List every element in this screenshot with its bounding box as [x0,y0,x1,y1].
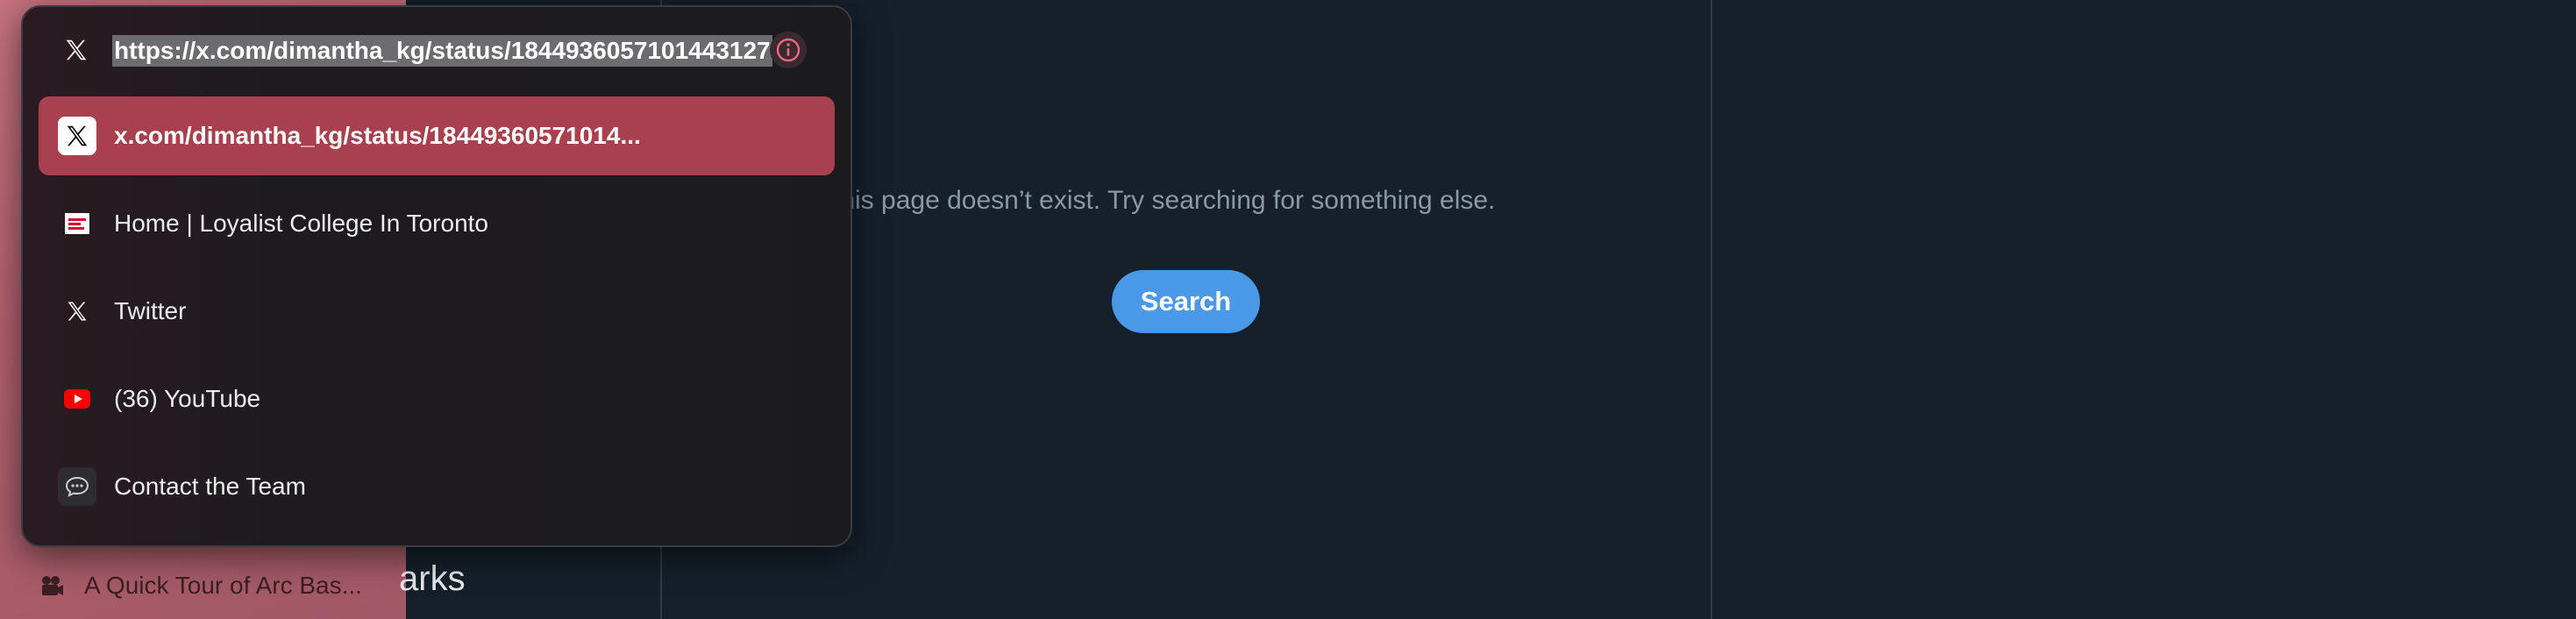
chat-bubble-icon [58,467,96,506]
suggestion-item[interactable]: x.com/dimantha_kg/status/18449360571014.… [39,96,835,175]
screen: A Quick Tour of Arc Bas... arks m...this… [0,0,2576,619]
command-bar-popup: https://x.com/dimantha_kg/status/1844936… [21,5,852,547]
x-logo-icon [58,117,96,155]
x-logo-icon [61,35,91,65]
suggestion-label: Home | Loyalist College In Toronto [114,210,488,237]
suggestion-item[interactable]: (36) YouTube [39,359,835,438]
suggestion-label: (36) YouTube [114,385,261,412]
column-divider [1711,0,1712,619]
suggestion-label: x.com/dimantha_kg/status/18449360571014.… [114,122,641,149]
film-camera-icon [39,573,65,599]
search-button[interactable]: Search [1112,270,1260,333]
sidebar-tab-label: A Quick Tour of Arc Bas... [84,572,362,599]
suggestion-list: x.com/dimantha_kg/status/18449360571014.… [39,96,835,535]
bookmarks-nav-label[interactable]: arks [399,559,466,599]
suggestion-label: Contact the Team [114,473,306,500]
url-input[interactable]: https://x.com/dimantha_kg/status/1844936… [112,35,772,67]
info-icon[interactable] [770,32,807,68]
loyalist-favicon-icon [58,204,96,243]
page-not-found-message: m...this page doesn’t exist. Try searchi… [789,186,1496,215]
youtube-icon [58,380,96,418]
sidebar-tab[interactable]: A Quick Tour of Arc Bas... [0,561,406,610]
suggestion-item[interactable]: Home | Loyalist College In Toronto [39,184,835,263]
command-bar-url-row[interactable]: https://x.com/dimantha_kg/status/1844936… [23,7,850,91]
suggestion-item[interactable]: Contact the Team [39,447,835,526]
x-logo-icon [58,292,96,331]
suggestion-item[interactable]: Twitter [39,272,835,351]
suggestion-label: Twitter [114,297,187,324]
